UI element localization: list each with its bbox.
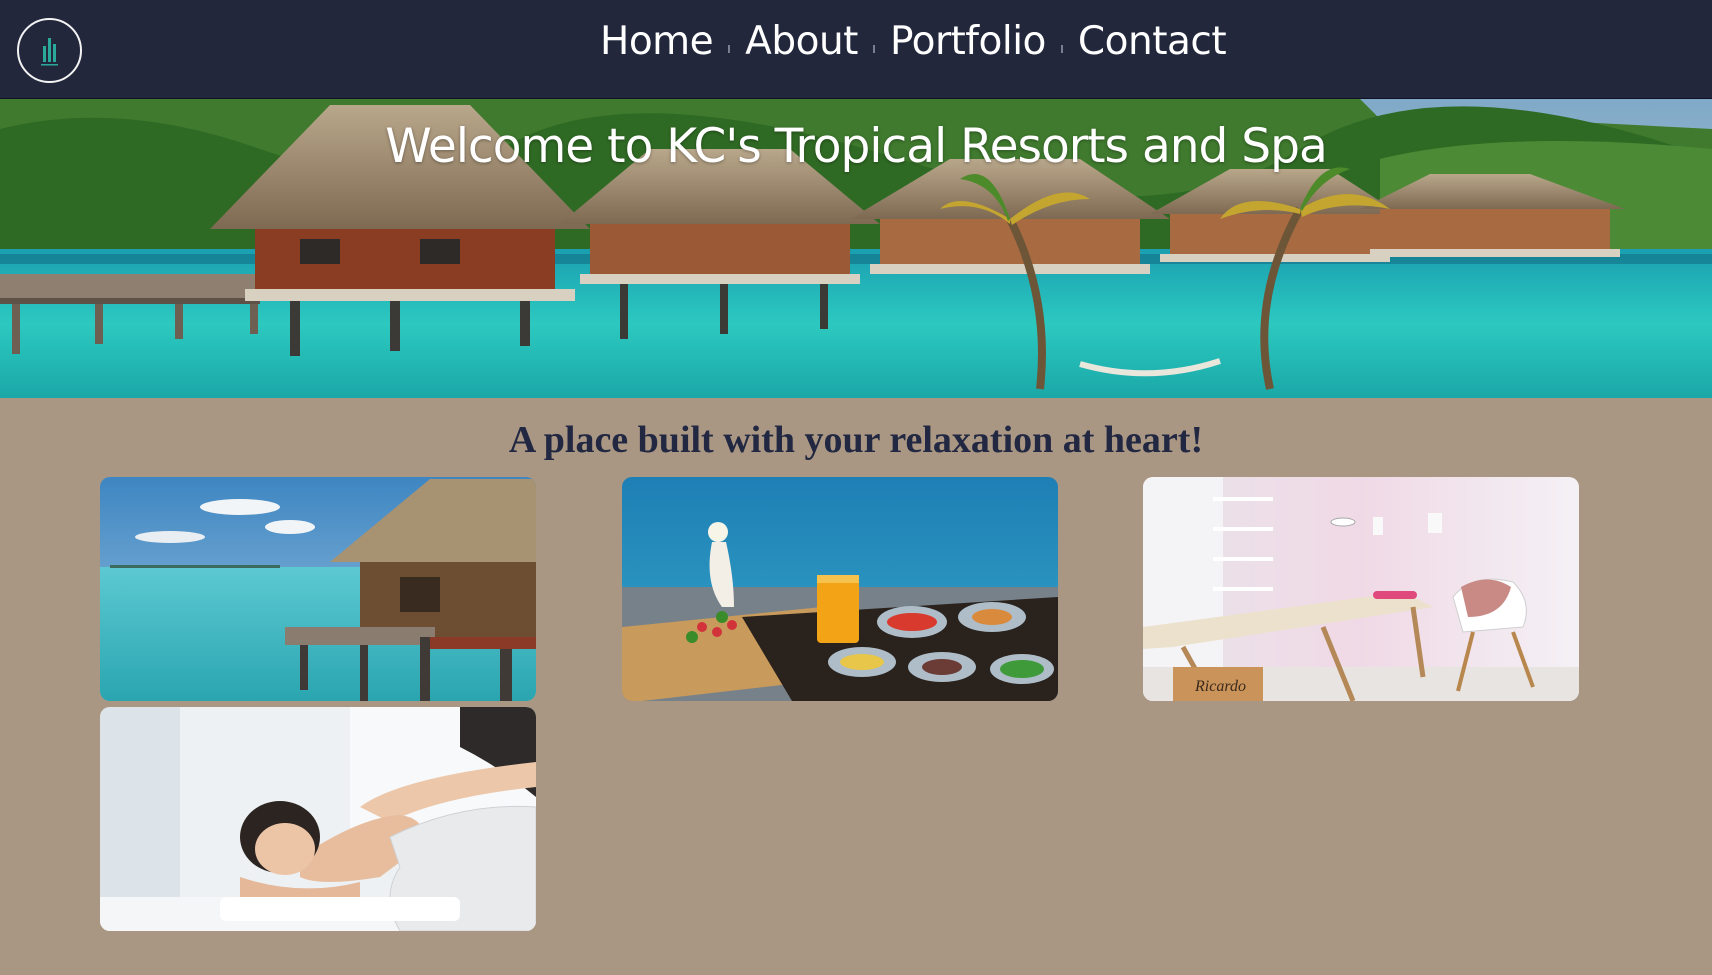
resort-tower-logo-icon — [41, 38, 58, 66]
nav-divider — [872, 45, 875, 53]
nav-divider — [1060, 45, 1063, 53]
gallery-image-massage[interactable] — [100, 707, 536, 931]
table-sign-text: Ricardo — [1194, 678, 1246, 695]
nav-about-link[interactable]: About — [745, 17, 858, 67]
hero-title: Welcome to KC's Tropical Resorts and Spa — [385, 119, 1328, 174]
gallery-image-breakfast[interactable] — [622, 477, 1058, 701]
overwater-bungalow-photo — [100, 477, 536, 701]
top-nav-bar: Home About Portfolio Contact — [0, 0, 1712, 98]
tagline: A place built with your relaxation at he… — [508, 419, 1204, 461]
main-nav: Home About Portfolio Contact — [600, 17, 1227, 67]
nav-home-link[interactable]: Home — [600, 17, 714, 67]
massage-treatment-photo — [100, 707, 536, 931]
nav-divider — [728, 45, 731, 53]
gallery-image-massage-room[interactable]: Ricardo — [1143, 477, 1579, 701]
gallery-image-bungalow[interactable] — [100, 477, 536, 701]
logo[interactable] — [17, 18, 82, 83]
massage-room-photo: Ricardo — [1143, 477, 1579, 701]
poolside-breakfast-tray-photo — [622, 477, 1058, 701]
nav-portfolio-link[interactable]: Portfolio — [890, 17, 1046, 67]
hero-banner: Welcome to KC's Tropical Resorts and Spa — [0, 98, 1712, 398]
nav-contact-link[interactable]: Contact — [1078, 17, 1227, 67]
